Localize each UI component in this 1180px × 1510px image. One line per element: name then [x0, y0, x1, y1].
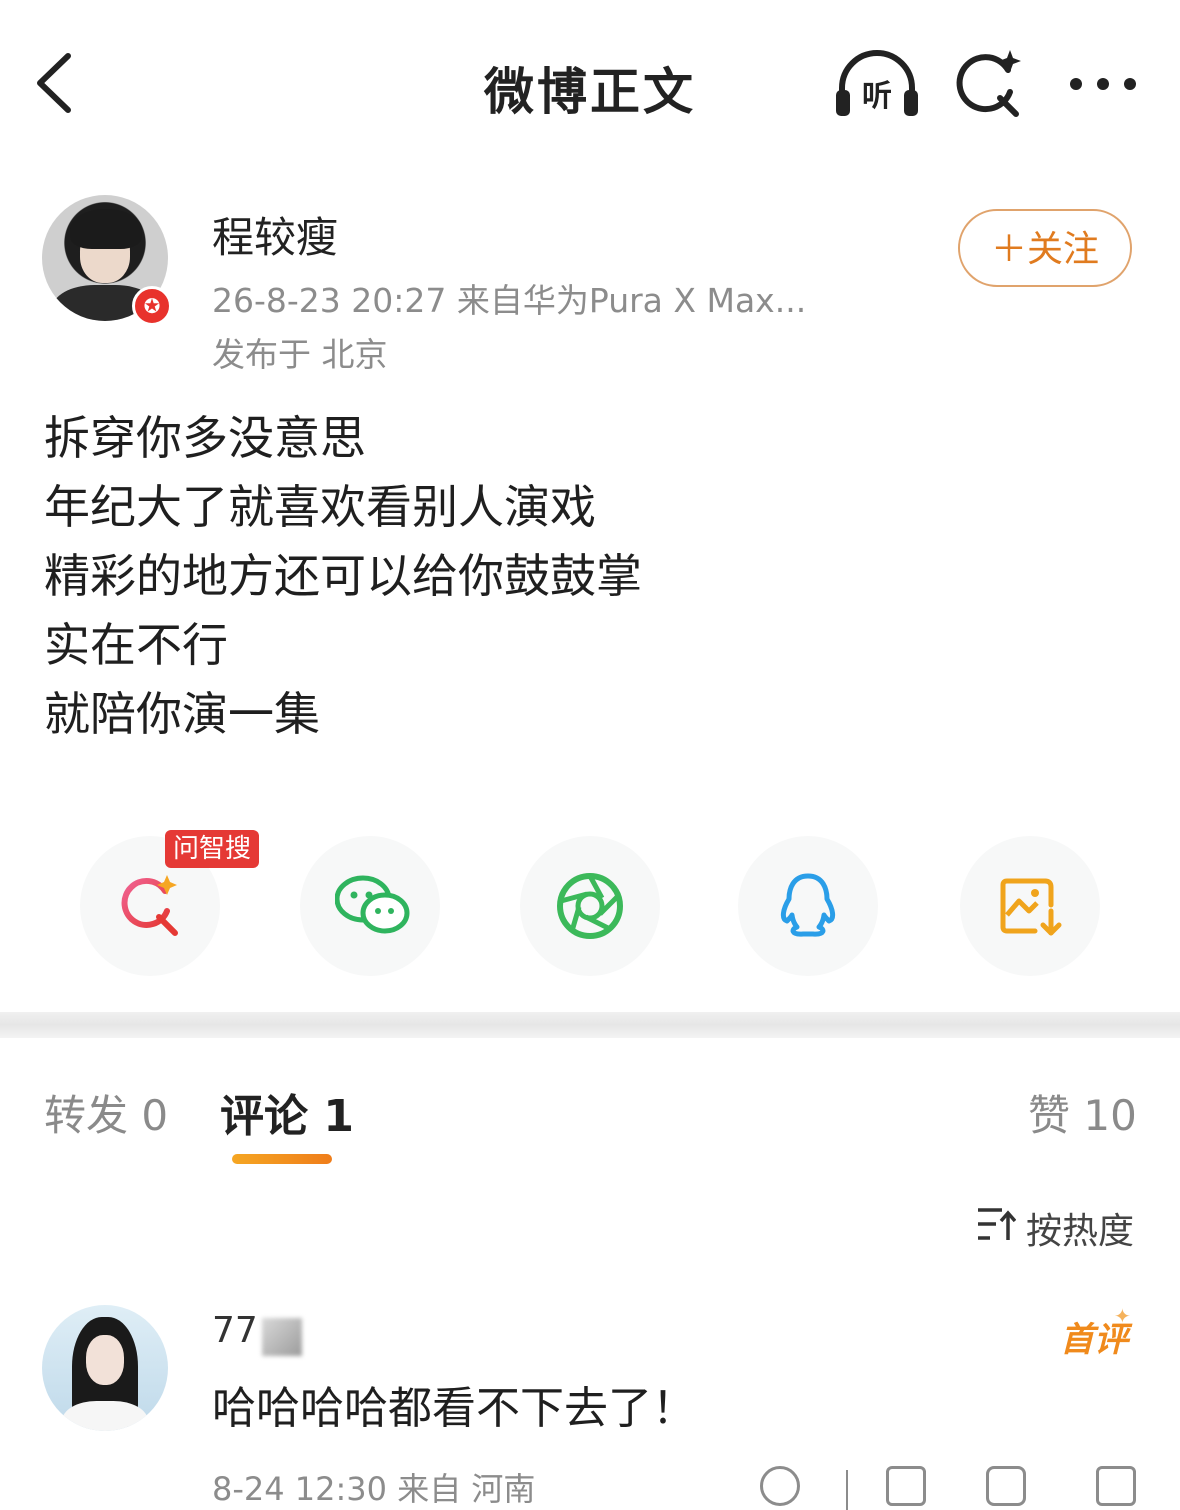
share-qq-button[interactable]: [738, 836, 878, 976]
verified-badge-icon: ✪: [132, 286, 172, 326]
commenter-avatar[interactable]: [42, 1305, 168, 1431]
post-line: 拆穿你多没意思: [44, 411, 366, 465]
share-comment-icon[interactable]: [886, 1466, 926, 1506]
active-tab-indicator: [232, 1154, 332, 1164]
author-name[interactable]: 程较瘦: [212, 204, 338, 265]
listen-label: 听: [862, 79, 892, 114]
ai-search-tag[interactable]: 问智搜: [165, 830, 260, 868]
reply-icon[interactable]: [986, 1466, 1026, 1506]
like-comment-icon[interactable]: [1096, 1466, 1136, 1506]
post-line: 年纪大了就喜欢看别人演戏: [44, 480, 596, 534]
post-line: 实在不行: [44, 618, 228, 672]
share-moments-button[interactable]: [520, 836, 660, 976]
share-wechat-button[interactable]: [300, 836, 440, 976]
comment-meta: 8-24 12:30 来自 河南: [212, 1470, 536, 1508]
tab-comment[interactable]: 评论 1: [220, 1080, 354, 1144]
post-meta: 26-8-23 20:27 来自华为Pura X Max...: [212, 281, 807, 320]
tab-like[interactable]: 赞 10: [1028, 1082, 1137, 1143]
follow-button[interactable]: ＋关注: [958, 209, 1132, 287]
listen-icon[interactable]: 听: [832, 50, 922, 120]
sort-by-hot-button[interactable]: 按热度: [1026, 1202, 1134, 1254]
post-location: 发布于 北京: [212, 335, 388, 374]
comment-text: 哈哈哈哈都看不下去了！: [212, 1383, 696, 1434]
emoji-reply-icon[interactable]: [760, 1466, 800, 1506]
post-body: 拆穿你多没意思 年纪大了就喜欢看别人演戏 精彩的地方还可以给你鼓鼓掌 实在不行 …: [44, 404, 642, 749]
sparkle-icon: ✦: [1114, 1304, 1131, 1328]
moments-icon: [557, 873, 623, 939]
ai-search-share-icon: [121, 875, 178, 936]
save-image-icon: [1000, 878, 1062, 936]
more-icon[interactable]: [1066, 70, 1140, 100]
ai-search-icon[interactable]: [952, 48, 1028, 120]
commenter-name[interactable]: 77: [212, 1310, 258, 1351]
sort-icon[interactable]: [976, 1206, 1017, 1242]
tab-repost[interactable]: 转发 0: [44, 1082, 168, 1143]
post-line: 就陪你演一集: [44, 687, 320, 741]
wechat-icon: [335, 875, 410, 934]
qq-icon: [780, 873, 836, 937]
action-divider: [846, 1470, 848, 1510]
blurred-name-mask: [262, 1318, 302, 1356]
post-line: 精彩的地方还可以给你鼓鼓掌: [44, 549, 642, 603]
section-divider: [0, 1012, 1180, 1038]
save-image-button[interactable]: [960, 836, 1100, 976]
